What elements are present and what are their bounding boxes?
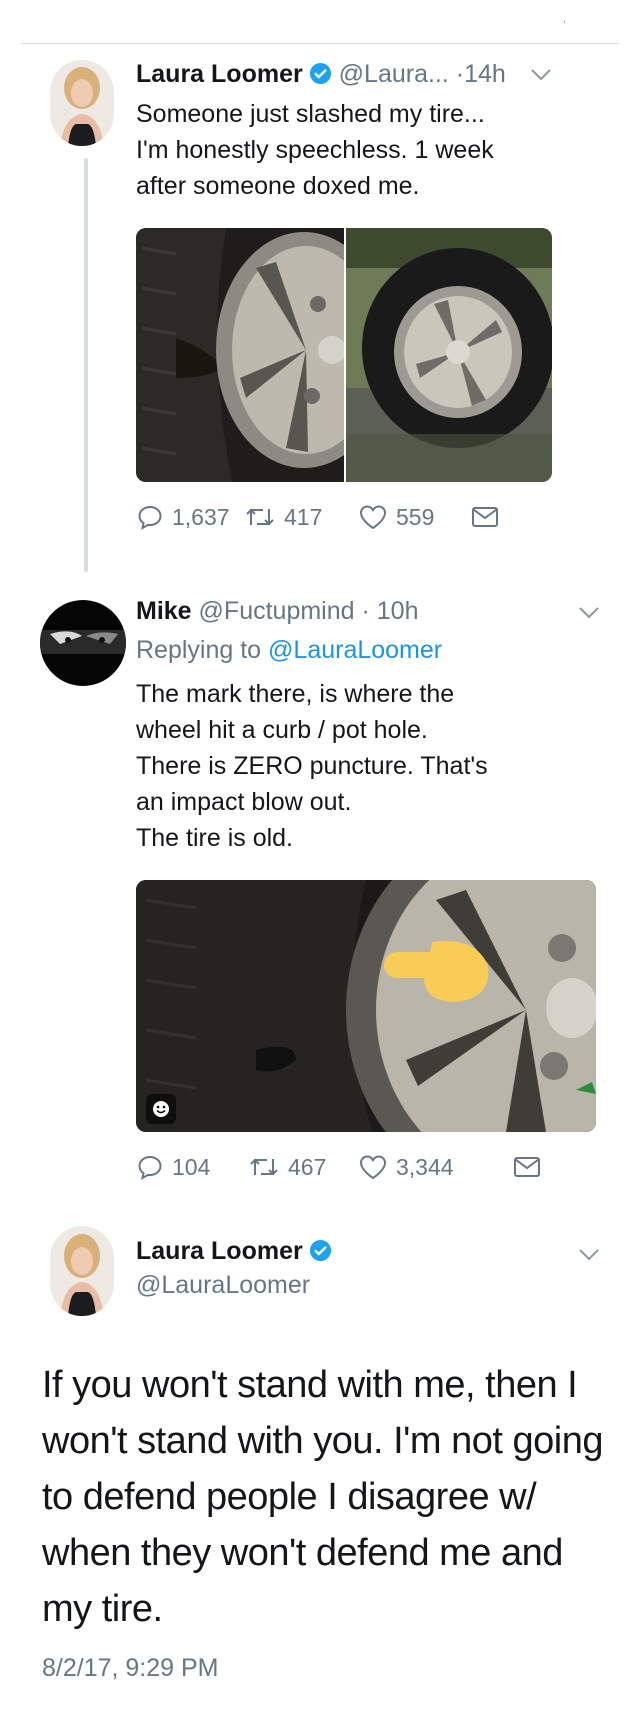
like-count: 559	[396, 503, 435, 530]
like-button[interactable]: 3,344	[358, 1150, 454, 1184]
status-mark: ,	[563, 14, 566, 25]
tweet1-text: Someone just slashed my tire... I'm hone…	[136, 100, 494, 200]
tweet3-text: If you won't stand with me, then I won't…	[42, 1364, 604, 1630]
author-name[interactable]: Laura Loomer	[136, 60, 303, 88]
avatar-laura-loomer[interactable]	[50, 1226, 114, 1316]
reply-icon	[138, 1155, 162, 1180]
tweet1-header: Laura Loomer @Laura... ·14h	[136, 60, 506, 89]
dm-button[interactable]	[512, 1150, 542, 1184]
chevron-down-icon[interactable]	[578, 606, 600, 620]
retweet-count: 417	[284, 503, 323, 530]
tweet3-timestamp[interactable]: 8/2/17, 9:29 PM	[42, 1654, 219, 1683]
chevron-down-icon[interactable]	[530, 68, 552, 82]
chevron-down-icon[interactable]	[578, 1248, 600, 1262]
retweet-count: 467	[288, 1153, 327, 1180]
tweet1-actions: 1,637 417 559	[136, 500, 556, 534]
like-icon	[359, 505, 387, 530]
retweet-button[interactable]: 467	[248, 1150, 326, 1184]
reply-button[interactable]: 1,637	[136, 500, 230, 534]
retweet-icon	[246, 508, 274, 526]
tweet1-photo-1[interactable]	[136, 228, 344, 482]
replying-label: Replying to	[136, 636, 262, 664]
dm-icon	[472, 507, 498, 527]
reply-count: 104	[172, 1153, 211, 1180]
tweet2-text: The mark there, is where the wheel hit a…	[136, 680, 488, 852]
tweet-time[interactable]: ·14h	[456, 60, 506, 88]
avatar-mike[interactable]	[40, 600, 126, 686]
author-name[interactable]: Mike	[136, 597, 192, 625]
retweet-icon	[250, 1158, 278, 1176]
thread-connector	[84, 158, 88, 572]
tweet2-photo[interactable]	[136, 880, 596, 1132]
tweet-time[interactable]: · 10h	[362, 597, 419, 625]
reply-count: 1,637	[172, 503, 230, 530]
top-divider	[20, 43, 620, 44]
dm-button[interactable]	[470, 500, 500, 534]
author-handle[interactable]: @Laura...	[339, 60, 449, 88]
reply-button[interactable]: 104	[136, 1150, 210, 1184]
like-icon	[359, 1155, 387, 1180]
verified-badge-icon	[309, 1239, 331, 1262]
avatar-laura-loomer[interactable]	[50, 60, 114, 146]
dm-icon	[514, 1157, 540, 1177]
tweet2-actions: 104 467 3,344	[136, 1150, 556, 1184]
reply-icon	[138, 505, 162, 530]
sticker-icon[interactable]	[146, 1094, 176, 1124]
tweet1-photo-2[interactable]	[346, 228, 552, 482]
retweet-button[interactable]: 417	[244, 500, 322, 534]
replying-to: Replying to @LauraLoomer	[136, 636, 442, 665]
tweet3-author: Laura Loomer	[136, 1237, 332, 1266]
like-count: 3,344	[396, 1153, 454, 1180]
like-button[interactable]: 559	[358, 500, 434, 534]
author-name[interactable]: Laura Loomer	[136, 1237, 303, 1265]
author-handle[interactable]: @LauraLoomer	[136, 1271, 310, 1300]
verified-badge-icon	[309, 62, 331, 85]
replying-handle-link[interactable]: @LauraLoomer	[268, 636, 442, 664]
tweet2-header: Mike @Fuctupmind · 10h	[136, 597, 418, 626]
author-handle[interactable]: @Fuctupmind	[199, 597, 355, 625]
